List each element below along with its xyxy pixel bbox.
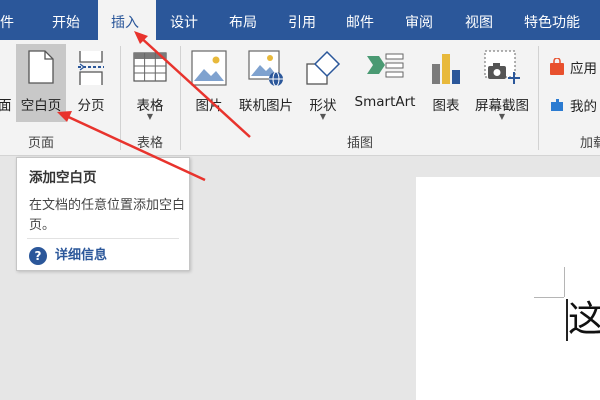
store-label: 应用 [570, 61, 597, 77]
online-pictures-label: 联机图片 [239, 98, 293, 114]
group-label-tables: 表格 [136, 136, 163, 151]
table-icon [133, 52, 167, 82]
my-addins-button[interactable]: 我的 [546, 94, 600, 118]
tab-references[interactable]: 引用 [288, 0, 316, 40]
help-icon: ? [29, 247, 47, 265]
pictures-button[interactable]: 图片 [186, 44, 232, 122]
store-icon [550, 58, 564, 75]
tab-home[interactable]: 开始 [52, 0, 80, 40]
pictures-label: 图片 [195, 98, 223, 114]
group-label-addins: 加载 [580, 136, 600, 151]
cover-page-label: 面 [0, 98, 12, 114]
online-picture-icon [248, 50, 283, 86]
tab-view[interactable]: 视图 [465, 0, 493, 40]
chart-label: 图表 [432, 98, 460, 114]
tab-design[interactable]: 设计 [170, 0, 198, 40]
chevron-down-icon: ▼ [498, 112, 506, 121]
picture-icon [191, 50, 227, 86]
chart-icon [432, 54, 460, 84]
tab-special-features[interactable]: 特色功能 [524, 0, 580, 40]
smartart-icon [367, 53, 404, 78]
shapes-label: 形状 [309, 98, 337, 114]
tooltip-body: 在文档的任意位置添加空白页。 [29, 198, 186, 233]
document-text: 这 [568, 299, 600, 340]
group-label-pages: 页面 [27, 136, 54, 151]
screenshot-icon [484, 50, 520, 84]
blank-page-label: 空白页 [20, 98, 62, 114]
smartart-button[interactable]: SmartArt [348, 44, 422, 122]
smartart-label: SmartArt [354, 94, 416, 110]
screenshot-button[interactable]: 屏幕截图 ▼ [470, 44, 534, 122]
page-break-button[interactable]: 分页 [68, 44, 114, 122]
tab-file[interactable]: 件 [0, 0, 14, 40]
tab-layout[interactable]: 布局 [229, 0, 257, 40]
tooltip-divider [27, 238, 179, 239]
group-separator [120, 46, 121, 150]
screenshot-label: 屏幕截图 [475, 98, 529, 114]
tooltip-help-label: 详细信息 [55, 248, 108, 263]
margin-mark [534, 297, 564, 298]
blank-page-tooltip: 添加空白页 在文档的任意位置添加空白页。 ? 详细信息 [16, 157, 190, 271]
table-label: 表格 [136, 98, 164, 114]
blank-page-icon [28, 50, 54, 84]
online-pictures-button[interactable]: 联机图片 [234, 44, 298, 122]
group-separator [538, 46, 539, 150]
tab-mailings[interactable]: 邮件 [346, 0, 374, 40]
page-break-label: 分页 [77, 98, 105, 114]
store-button[interactable]: 应用 [546, 56, 600, 80]
ribbon-insert: 面 空白页 分页 页面 表格 ▼ 表格 图片 联机图片 形状 ▼ SmartAr… [0, 40, 600, 156]
my-addins-icon [551, 99, 563, 111]
chart-button[interactable]: 图表 [424, 44, 468, 122]
chevron-down-icon: ▼ [146, 112, 154, 121]
table-button[interactable]: 表格 ▼ [126, 44, 174, 122]
blank-page-button[interactable]: 空白页 [16, 44, 66, 122]
my-addins-label: 我的 [570, 99, 597, 115]
tab-insert[interactable]: 插入 [98, 0, 156, 40]
tooltip-title: 添加空白页 [29, 170, 97, 186]
group-separator [180, 46, 181, 150]
group-label-illustrations: 插图 [346, 136, 373, 151]
margin-mark [564, 267, 565, 297]
tab-review[interactable]: 审阅 [405, 0, 433, 40]
chevron-down-icon: ▼ [319, 112, 327, 121]
cover-page-button[interactable]: 面 [0, 44, 12, 122]
shapes-icon [306, 50, 341, 85]
page-break-icon [78, 51, 104, 85]
ribbon-tab-bar: 件 开始 插入 设计 布局 引用 邮件 审阅 视图 特色功能 [0, 0, 600, 40]
document-page[interactable]: 这 [416, 177, 600, 400]
shapes-button[interactable]: 形状 ▼ [300, 44, 346, 122]
